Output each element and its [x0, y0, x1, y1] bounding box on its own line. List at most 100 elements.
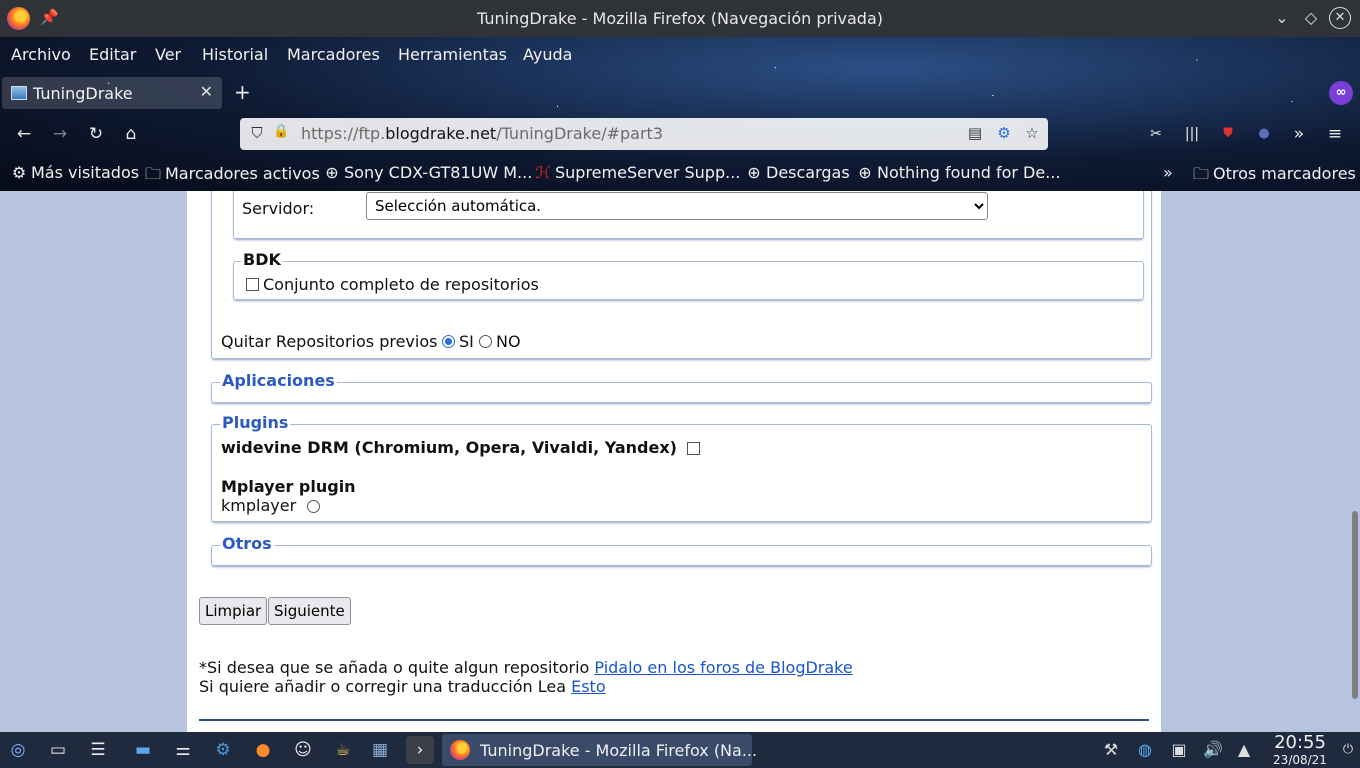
menu-archivo[interactable]: Archivo [11, 45, 71, 64]
otros-fieldset[interactable]: Otros [211, 534, 1152, 566]
home-icon[interactable]: ⌂ [120, 123, 142, 145]
bookmark-supremeserver[interactable]: ℋ SupremeServer Supp... [534, 163, 740, 182]
scrollbar-thumb[interactable] [1352, 511, 1358, 699]
lock-icon[interactable]: 🔒 [273, 124, 289, 142]
bookmark-star-icon[interactable]: ☆ [1023, 124, 1041, 142]
widevine-label: widevine DRM (Chromium, Opera, Vivaldi, … [221, 438, 677, 457]
reload-icon[interactable]: ↻ [85, 123, 107, 145]
plugins-fieldset: Plugins widevine DRM (Chromium, Opera, V… [211, 413, 1152, 522]
bookmarks-overflow-icon[interactable]: » [1163, 163, 1173, 182]
quitar-si-radio[interactable] [442, 335, 455, 348]
bookmark-descargas[interactable]: ⊕ Descargas [745, 163, 849, 182]
file-manager-icon[interactable]: ▬ [129, 736, 157, 764]
menu-ver[interactable]: Ver [155, 45, 181, 64]
otros-legend[interactable]: Otros [220, 534, 274, 553]
menu-editar[interactable]: Editar [89, 45, 136, 64]
tab-favicon-icon [11, 86, 27, 100]
close-window-icon[interactable]: ✕ [1329, 7, 1351, 29]
tab-close-icon[interactable]: ✕ [200, 82, 213, 101]
siguiente-button[interactable]: Siguiente [268, 597, 351, 625]
esto-link[interactable]: Esto [571, 677, 606, 696]
servidor-label: Servidor: [242, 199, 315, 218]
ublock-icon[interactable]: ⛊ [1217, 123, 1239, 145]
taskbar-window-label: TuningDrake - Mozilla Firefox (Na... [480, 741, 758, 760]
tracking-shield-icon[interactable]: ⛉ [248, 124, 266, 142]
menu-marcadores[interactable]: Marcadores [287, 45, 380, 64]
firefox-icon [450, 740, 470, 760]
clock[interactable]: 20:55 23/08/21 [1262, 733, 1338, 768]
network-icon[interactable]: ◍ [1134, 739, 1156, 761]
globe-icon: ⊕ [858, 163, 872, 182]
app-launcher-icon[interactable]: ◎ [4, 736, 32, 764]
bookmarks-toolbar: ⚙ Más visitados 🗀 Marcadores activos ⊕ Sony… [0, 155, 1360, 189]
system-settings-icon[interactable]: ⚙ [209, 736, 237, 764]
menubar: Archivo Editar Ver Historial Marcadores … [0, 37, 1360, 71]
quitar-no-label: NO [496, 332, 521, 351]
tray-expand-icon[interactable]: ▲ [1233, 739, 1255, 761]
firefox-launcher-icon[interactable]: ● [249, 736, 277, 764]
window-title: TuningDrake - Mozilla Firefox (Navegació… [476, 9, 883, 28]
quitar-no-radio[interactable] [479, 335, 492, 348]
settings-panel-icon[interactable]: ⚌ [169, 736, 197, 764]
globe-icon: ⊕ [325, 163, 339, 182]
show-desktop-icon[interactable]: ▭ [44, 736, 72, 764]
bookmark-sony[interactable]: ⊕ Sony CDX-GT81UW M... [323, 163, 532, 182]
library-icon[interactable]: ||| [1181, 123, 1203, 145]
limpiar-button[interactable]: Limpiar [199, 597, 268, 625]
foros-blogdrake-link[interactable]: Pidalo en los foros de BlogDrake [594, 658, 852, 677]
reader-view-icon[interactable]: ▤ [966, 124, 984, 142]
folder-icon: 🗀 [1192, 164, 1209, 183]
quitar-repositorios-label: Quitar Repositorios previos [221, 332, 438, 351]
package-manager-icon[interactable]: ☕ [329, 736, 357, 764]
private-browsing-icon: ∞ [1329, 81, 1353, 105]
bookmark-marcadores-activos[interactable]: 🗀 Marcadores activos [144, 163, 320, 190]
widevine-checkbox[interactable] [687, 442, 700, 455]
aplicaciones-legend[interactable]: Aplicaciones [220, 371, 337, 390]
supremeserver-icon: ℋ [535, 163, 551, 182]
bdk-full-set-checkbox[interactable] [246, 278, 259, 291]
servidor-fieldset: Servidor: Selección automática. [233, 191, 1144, 239]
kmplayer-radio[interactable] [307, 500, 320, 513]
minimize-icon[interactable]: ⌄ [1271, 7, 1293, 29]
network-tools-icon[interactable]: ⚒ [1100, 739, 1122, 761]
kmplayer-label: kmplayer [221, 496, 297, 515]
menu-herramientas[interactable]: Herramientas [398, 45, 507, 64]
maximize-icon[interactable]: ◇ [1300, 7, 1322, 29]
page-scrollbar[interactable] [1350, 191, 1360, 732]
bookmark-nothing-found[interactable]: ⊕ Nothing found for De... [856, 163, 1060, 182]
virtual-desktops-icon[interactable]: ▦ [366, 736, 394, 764]
back-icon[interactable]: ← [13, 123, 35, 145]
bdk-checkbox-label: Conjunto completo de repositorios [263, 275, 539, 294]
hamburger-menu-icon[interactable]: ≡ [1324, 123, 1346, 145]
overflow-menu-icon[interactable]: » [1288, 123, 1310, 145]
globe-icon: ⊕ [747, 163, 761, 182]
volume-icon[interactable]: 🔊 [1202, 739, 1224, 761]
chat-app-icon[interactable]: ☺ [289, 736, 317, 764]
new-tab-icon[interactable]: + [234, 80, 251, 104]
menu-ayuda[interactable]: Ayuda [523, 45, 572, 64]
url-text[interactable]: https://ftp.blogdrake.net/TuningDrake/#p… [301, 124, 663, 143]
bookmark-otros-marcadores[interactable]: 🗀 Otros marcadores [1192, 163, 1356, 190]
extension-icon[interactable]: ● [1253, 123, 1275, 145]
taskbar-firefox-window[interactable]: TuningDrake - Mozilla Firefox (Na... [442, 734, 757, 766]
bookmark-mas-visitados[interactable]: ⚙ Más visitados [10, 163, 139, 182]
tab-strip: TuningDrake ✕ [0, 73, 1360, 112]
footer-divider [199, 719, 1149, 721]
menu-historial[interactable]: Historial [202, 45, 268, 64]
page-viewport: Servidor: Selección automática. BDK Conj… [0, 191, 1360, 732]
tab-tuningdrake[interactable]: TuningDrake ✕ [2, 77, 222, 109]
clipboard-icon[interactable]: ▣ [1168, 739, 1190, 761]
terminal-icon[interactable]: › [406, 736, 434, 764]
plugins-legend[interactable]: Plugins [220, 413, 291, 432]
translate-icon[interactable]: ⚙ [995, 124, 1013, 142]
window-titlebar: 📌 TuningDrake - Mozilla Firefox (Navegac… [0, 0, 1360, 37]
task-manager-icon[interactable]: ☰ [84, 736, 112, 764]
mplayer-plugin-title: Mplayer plugin [221, 477, 356, 496]
forward-icon[interactable]: → [49, 123, 71, 145]
screenshot-icon[interactable]: ✂ [1145, 123, 1167, 145]
tab-label: TuningDrake [33, 84, 133, 103]
url-bar[interactable]: ⛉ 🔒 https://ftp.blogdrake.net/TuningDrak… [240, 118, 1048, 150]
power-icon[interactable]: ⏻ [1338, 739, 1358, 761]
aplicaciones-fieldset[interactable]: Aplicaciones [211, 371, 1152, 403]
servidor-select[interactable]: Selección automática. [366, 192, 988, 220]
